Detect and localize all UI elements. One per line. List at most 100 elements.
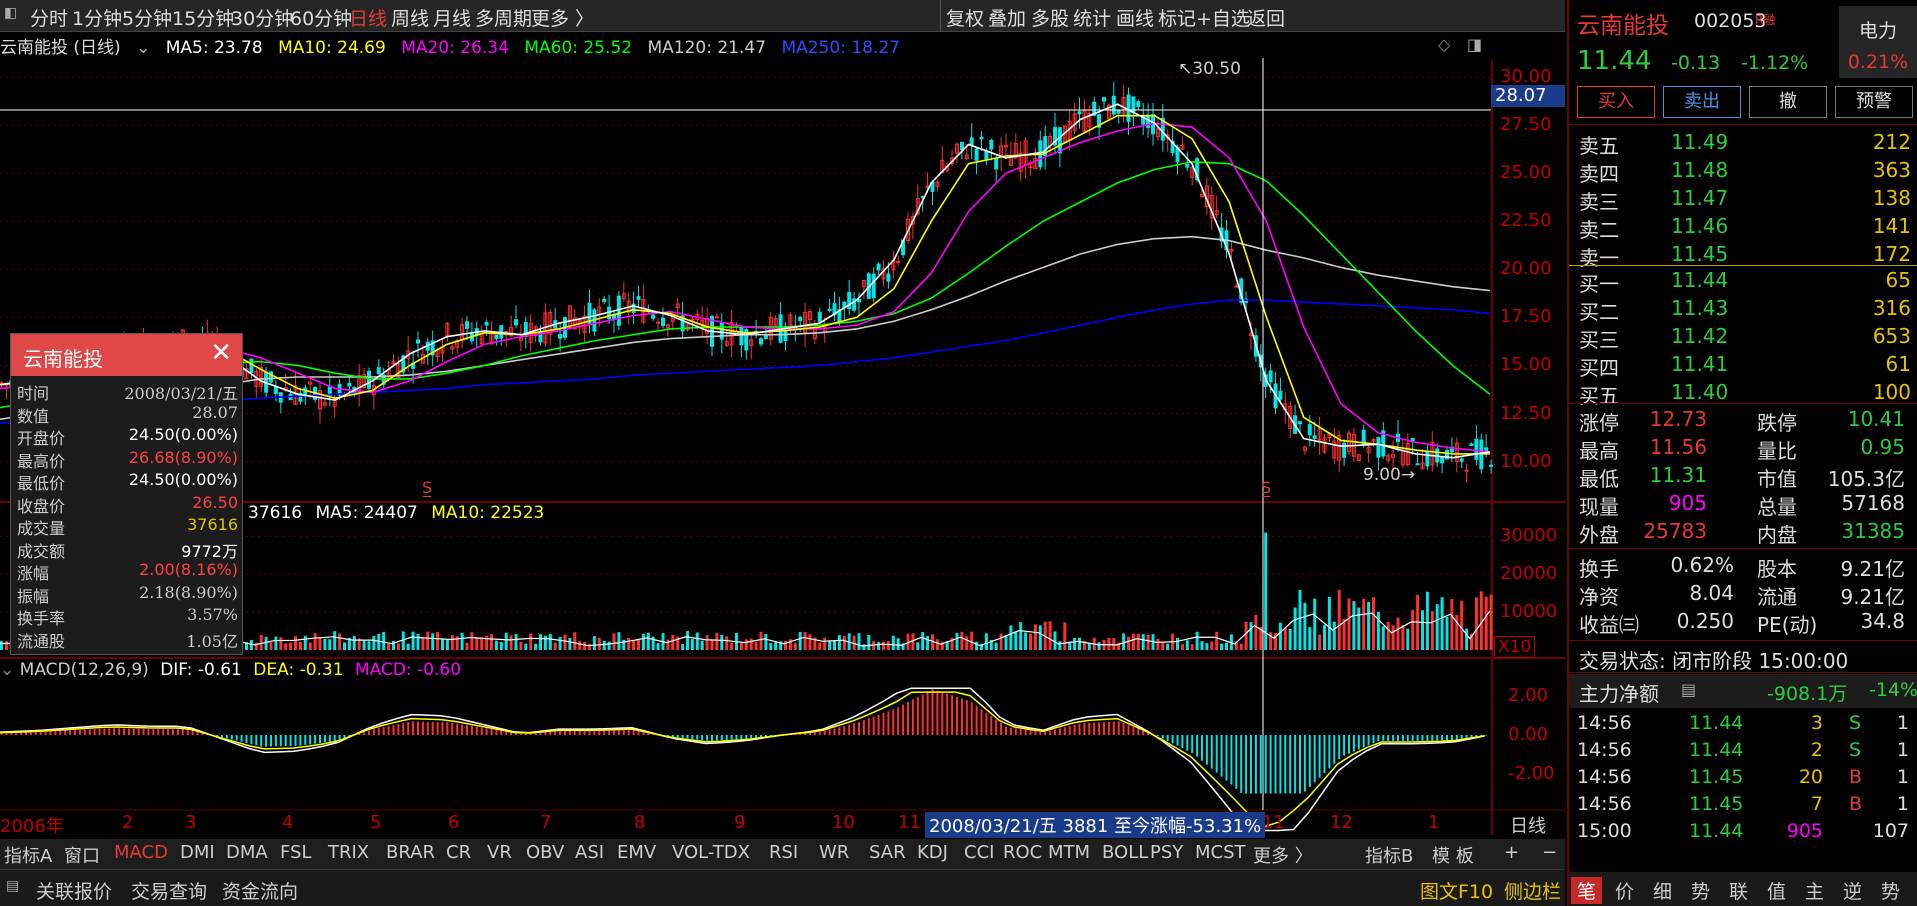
volume-bar — [759, 631, 763, 650]
indicator-tab[interactable]: − — [1542, 842, 1557, 863]
indicator-tab[interactable]: WR — [819, 842, 849, 863]
volume-bar — [808, 634, 812, 650]
indicator-tab[interactable]: ROC — [1003, 842, 1042, 863]
stat-cell: 股本 — [1757, 557, 1797, 581]
link-related-quotes[interactable]: 关联报价 — [36, 877, 112, 904]
volume-bar — [1038, 625, 1042, 650]
volume-bar — [1303, 602, 1307, 650]
panel-tab[interactable]: 势 — [1691, 877, 1710, 904]
list-icon: ▤ — [1681, 680, 1697, 699]
crosshair-price-label: 28.07 — [1491, 85, 1565, 107]
volume-bar — [338, 633, 342, 650]
indicator-tab[interactable]: DMA — [226, 842, 268, 863]
month-label: 6 — [448, 812, 460, 833]
indicator-tab[interactable]: EMV — [617, 842, 656, 863]
cancel-button[interactable]: 撤 — [1749, 86, 1827, 118]
indicator-tab[interactable]: 更多 〉 — [1253, 842, 1313, 868]
volume-bar — [588, 643, 591, 650]
indicator-tab[interactable]: ASI — [575, 842, 604, 863]
volume-bar — [671, 634, 675, 650]
orderbook-row[interactable]: 卖三 11.47 138 — [1579, 186, 1911, 214]
indicator-tab[interactable]: CCI — [964, 842, 994, 863]
macd-tick: 2.00 — [1508, 685, 1549, 706]
volume-bar — [465, 642, 469, 650]
volume-bar — [617, 632, 621, 650]
volume-bar — [1107, 637, 1111, 650]
link-sidebar[interactable]: 侧边栏 — [1504, 877, 1561, 904]
tick-row: 14:56 11.44 3 S 1 — [1577, 712, 1909, 734]
indicator-tab[interactable]: 模 板 — [1432, 842, 1474, 868]
panel-tab[interactable]: 势 — [1881, 877, 1900, 904]
indicator-tab[interactable]: 指标A — [4, 842, 52, 868]
volume-bar — [632, 639, 636, 650]
orderbook-row[interactable]: 卖四 11.48 363 — [1579, 158, 1911, 186]
volume-bar — [553, 642, 557, 650]
panel-tab[interactable]: 细 — [1653, 877, 1672, 904]
indicator-tab[interactable]: DMI — [180, 842, 215, 863]
orderbook-row[interactable]: 买一 11.44 65 — [1579, 268, 1911, 296]
indicator-tab[interactable]: 指标B — [1365, 842, 1413, 868]
volume-bar — [896, 638, 900, 650]
sell-button[interactable]: 卖出 — [1663, 86, 1741, 118]
menu-icon[interactable]: ▤ — [6, 878, 19, 894]
stat-cell: 31385 — [1841, 519, 1905, 543]
volume-bar — [1127, 636, 1130, 650]
indicator-tab[interactable]: MACD — [114, 842, 168, 863]
close-icon[interactable]: ✕ — [210, 338, 232, 368]
volume-bar — [1097, 642, 1101, 650]
candle — [989, 140, 994, 150]
indicator-tab[interactable]: SAR — [869, 842, 906, 863]
data-popup: 云南能投 ✕ 时间 2008/03/21/五 数值 28.07 开盘价 24.50(0.0… — [10, 333, 243, 655]
link-f10[interactable]: 图文F10 — [1420, 877, 1493, 904]
indicator-tab[interactable]: MCST — [1195, 842, 1246, 863]
link-fund-flow[interactable]: 资金流向 — [222, 877, 298, 904]
panel-tab[interactable]: 值 — [1767, 877, 1786, 904]
indicator-tab[interactable]: KDJ — [917, 842, 948, 863]
sector-box[interactable]: 电力 0.21% — [1839, 6, 1917, 78]
indicator-tab[interactable]: + — [1504, 842, 1519, 863]
volume-bar — [1421, 610, 1424, 650]
indicator-tab[interactable]: FSL — [280, 842, 312, 863]
panel-tab[interactable]: 主 — [1805, 877, 1824, 904]
orderbook-row[interactable]: 买四 11.41 61 — [1579, 352, 1911, 380]
indicator-tab[interactable]: OBV — [526, 842, 564, 863]
indicator-tab[interactable]: RSI — [769, 842, 798, 863]
volume-bar — [259, 634, 263, 650]
indicator-tab[interactable]: PSY — [1150, 842, 1183, 863]
volume-bar — [837, 635, 841, 650]
net-flow-row[interactable]: 主力净额 ▤ -908.1万 -14% — [1569, 674, 1917, 708]
volume-bar — [999, 633, 1003, 650]
link-trade-query[interactable]: 交易查询 — [131, 877, 207, 904]
volume-bar — [720, 634, 724, 650]
buy-button[interactable]: 买入 — [1577, 86, 1655, 118]
indicator-tab[interactable]: BOLL — [1102, 842, 1148, 863]
panel-tab[interactable]: 笔 — [1571, 877, 1603, 904]
candle — [1474, 438, 1479, 460]
panel-tab[interactable]: 联 — [1729, 877, 1748, 904]
candle — [896, 261, 901, 264]
volume-bar — [730, 642, 734, 650]
panel-tab[interactable]: 价 — [1615, 877, 1634, 904]
indicator-tab[interactable]: VR — [487, 842, 512, 863]
indicator-tab[interactable]: CR — [446, 842, 471, 863]
indicator-tab[interactable]: BRAR — [386, 842, 435, 863]
indicator-tab[interactable]: TRIX — [328, 842, 369, 863]
alert-button[interactable]: 预警 — [1835, 86, 1913, 118]
volume-bar — [1073, 637, 1077, 650]
orderbook-row[interactable]: 买二 11.43 316 — [1579, 296, 1911, 324]
stat-cell: 57168 — [1841, 491, 1905, 515]
candle — [1376, 437, 1381, 458]
indicator-tab[interactable]: 窗口 — [64, 842, 100, 868]
orderbook-row[interactable]: 卖五 11.49 212 — [1579, 130, 1911, 158]
panel-tab[interactable]: 逆 — [1843, 877, 1862, 904]
indicator-tab[interactable]: VOL-TDX — [672, 842, 750, 863]
orderbook-row[interactable]: 买三 11.42 653 — [1579, 324, 1911, 352]
orderbook-row[interactable]: 卖二 11.46 141 — [1579, 214, 1911, 242]
volume-bar — [1009, 625, 1013, 650]
volume-bar — [441, 639, 444, 650]
volume-bar — [592, 636, 596, 650]
volume-bar — [1440, 597, 1444, 650]
volume-bar — [646, 632, 650, 650]
indicator-tab[interactable]: MTM — [1048, 842, 1090, 863]
volume-bar — [1156, 638, 1160, 650]
